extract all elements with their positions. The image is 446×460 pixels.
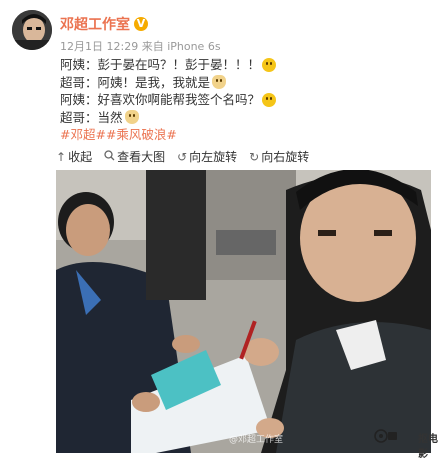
account-name[interactable]: 邓超工作室 — [60, 14, 130, 34]
post-line-text: 阿姨：彭于晏在吗？！彭于晏！！！ — [60, 57, 261, 72]
post-source: 来自 iPhone 6s — [141, 40, 221, 53]
rotate-left-button[interactable]: ↺ 向左旋转 — [177, 148, 237, 165]
post-text: 阿姨：彭于晏在吗？！彭于晏！！！ 超哥：阿姨！是我，我就是 阿姨：好喜欢你啊能帮… — [60, 56, 277, 144]
rotate-right-label: 向右旋转 — [261, 150, 310, 164]
account-name-row: 邓超工作室 V — [60, 14, 148, 34]
post-photo[interactable]: @邓超工作室 — [56, 170, 431, 453]
avatar[interactable] — [12, 10, 52, 50]
view-large-label: 查看大图 — [117, 150, 166, 164]
post-line: 超哥：阿姨！是我，我就是 — [60, 74, 276, 92]
cat-emoji-icon — [212, 75, 227, 90]
post-meta: 12月1日 12:29 来自 iPhone 6s — [60, 38, 221, 54]
post-line: 阿姨：彭于晏在吗？！彭于晏！！！ — [60, 56, 277, 74]
verified-v-icon: V — [134, 17, 148, 31]
post-time[interactable]: 12月1日 12:29 — [60, 40, 138, 53]
rotate-left-icon: ↺ — [177, 149, 188, 164]
hashtag-text[interactable]: #邓超##乘风破浪# — [60, 126, 177, 144]
rotate-right-button[interactable]: ↻ 向右旋转 — [249, 148, 309, 165]
smile-emoji-icon — [262, 92, 277, 107]
post-line-text: 超哥：阿姨！是我，我就是 — [60, 74, 211, 90]
image-toolbar: ↑ 收起 查看大图 ↺ 向左旋转 ↻ 向右旋转 — [56, 148, 309, 165]
camera-logo-icon — [374, 428, 398, 444]
post-line-text: 超哥：当然 — [60, 109, 123, 125]
post-line: 阿姨：好喜欢你啊能帮我签个名吗？ — [60, 91, 277, 109]
collapse-button[interactable]: ↑ 收起 — [56, 148, 92, 165]
magnifier-icon — [104, 149, 115, 164]
rotate-right-icon: ↻ — [249, 149, 260, 164]
cat-emoji-icon — [124, 110, 139, 125]
photo-image — [56, 170, 431, 453]
view-large-button[interactable]: 查看大图 — [104, 148, 165, 165]
post-line: 超哥：当然 — [60, 109, 276, 127]
rotate-left-label: 向左旋转 — [189, 150, 238, 164]
arrow-up-icon: ↑ — [56, 149, 67, 164]
collapse-label: 收起 — [68, 150, 93, 164]
post-line-text: 阿姨：好喜欢你啊能帮我签个名吗？ — [60, 92, 261, 107]
hashtags[interactable]: #邓超##乘风破浪# — [60, 126, 276, 144]
photo-watermark: @邓超工作室 — [229, 435, 284, 445]
smile-emoji-icon — [262, 57, 277, 72]
avatar-image — [12, 10, 52, 50]
